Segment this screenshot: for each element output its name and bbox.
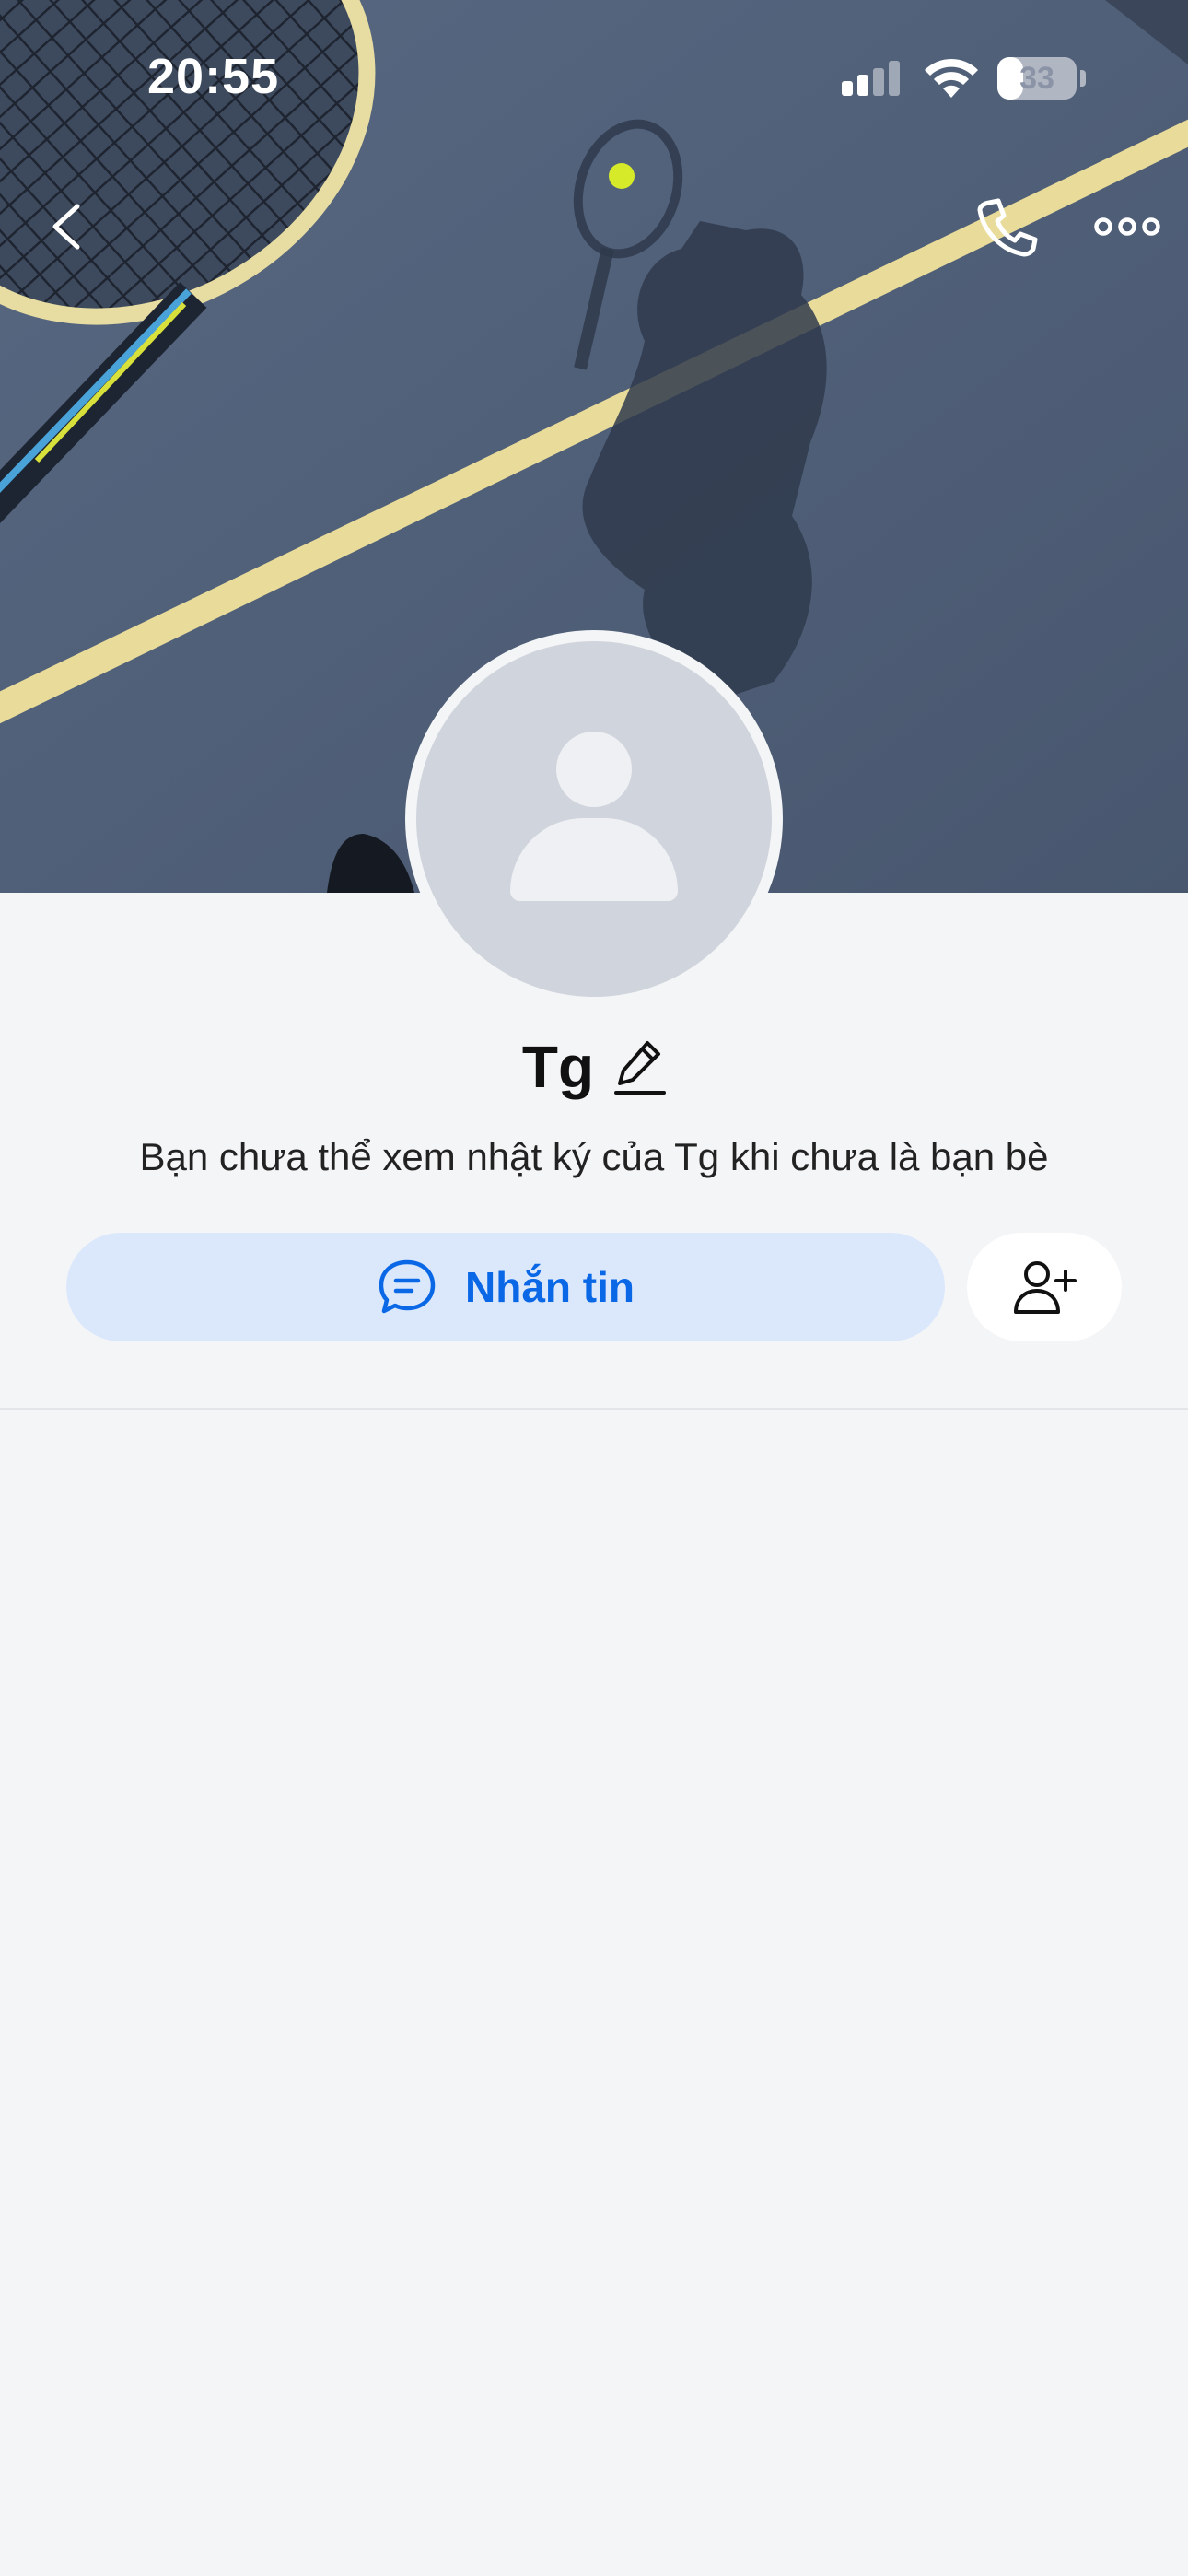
profile-name-row: Tg <box>0 1030 1188 1104</box>
message-button-label: Nhắn tin <box>465 1263 635 1311</box>
phone-icon[interactable] <box>969 190 1042 263</box>
battery-cap <box>1080 70 1086 87</box>
friend-required-notice: Bạn chưa thể xem nhật ký của Tg khi chưa… <box>139 1135 1049 1178</box>
avatar-head <box>556 732 632 807</box>
avatar-body <box>510 818 678 901</box>
status-bar: 20:55 33 <box>0 0 1188 157</box>
battery-icon: 33 <box>997 57 1077 100</box>
wifi-icon <box>925 58 978 98</box>
pencil-icon[interactable] <box>614 1037 667 1096</box>
default-avatar-icon[interactable] <box>416 641 772 997</box>
more-horizontal-icon[interactable] <box>1090 190 1164 263</box>
cellular-signal-icon <box>842 61 900 96</box>
profile-name: Tg <box>521 1034 595 1100</box>
battery-level: 33 <box>1019 61 1054 96</box>
add-user-icon <box>1014 1261 1077 1314</box>
add-friend-button[interactable] <box>967 1233 1122 1341</box>
chevron-left-icon[interactable] <box>33 190 107 263</box>
status-time: 20:55 <box>147 49 280 104</box>
diary-feed-area <box>0 1410 1188 2576</box>
message-button[interactable]: Nhắn tin <box>66 1233 945 1341</box>
profile-screen: 20:55 33 Tg Bạn chưa thể xem nhật ký của… <box>0 0 1188 2576</box>
chat-bubble-icon <box>379 1259 436 1314</box>
